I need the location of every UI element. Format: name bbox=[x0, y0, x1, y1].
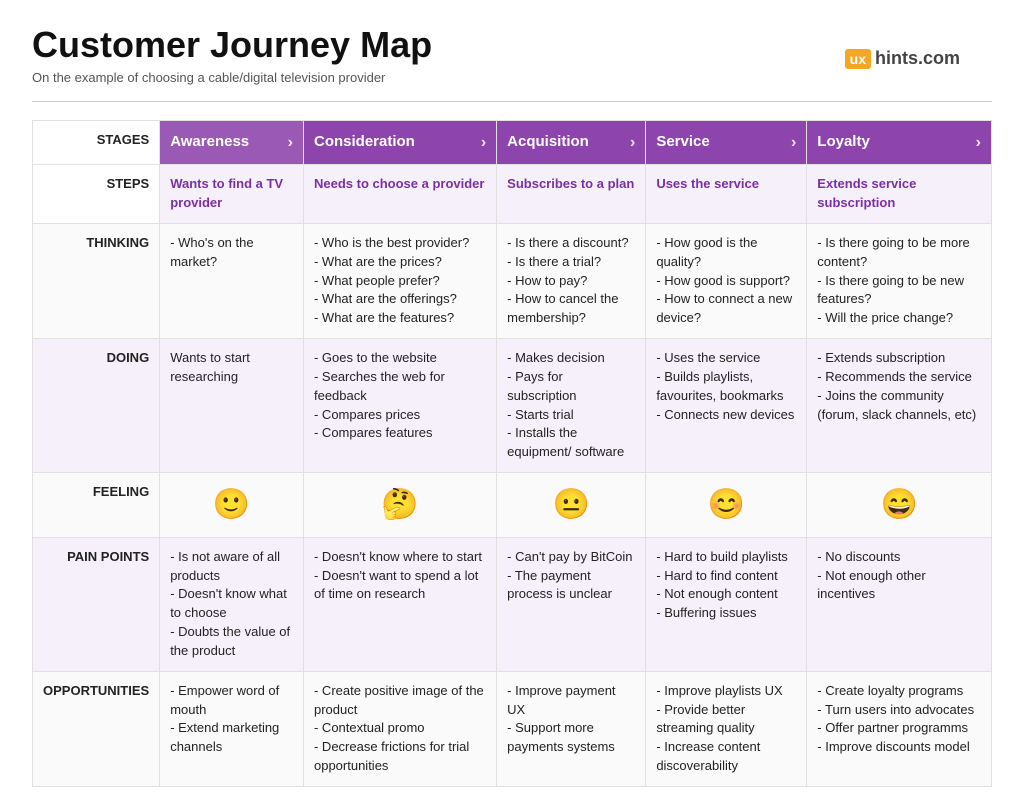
journey-map-table: STAGES Awareness › Consideration › Acquisi… bbox=[32, 120, 992, 787]
stage-loyalty: Loyalty › bbox=[807, 121, 992, 165]
feeling-acquisition: 😐 bbox=[497, 473, 646, 538]
stage-name: Service bbox=[656, 133, 709, 150]
logo-area: ux hints.com bbox=[845, 48, 960, 69]
opp-consideration: - Create positive image of the product -… bbox=[303, 671, 496, 786]
stage-arrow-icon: › bbox=[630, 131, 635, 154]
pain-loyalty: - No discounts - Not enough other incent… bbox=[807, 537, 992, 671]
stage-arrow-icon: › bbox=[791, 131, 796, 154]
step-acquisition: Subscribes to a plan bbox=[497, 165, 646, 224]
opp-service: - Improve playlists UX - Provide better … bbox=[646, 671, 807, 786]
logo-ux-badge: ux bbox=[845, 49, 871, 69]
step-consideration: Needs to choose a provider bbox=[303, 165, 496, 224]
pain-consideration: - Doesn't know where to start - Doesn't … bbox=[303, 537, 496, 671]
opp-loyalty: - Create loyalty programs - Turn users i… bbox=[807, 671, 992, 786]
stages-label: STAGES bbox=[33, 121, 160, 165]
logo-domain: hints.com bbox=[875, 48, 960, 69]
feeling-loyalty: 😄 bbox=[807, 473, 992, 538]
doing-loyalty: - Extends subscription - Recommends the … bbox=[807, 339, 992, 473]
thinking-loyalty: - Is there going to be more content? - I… bbox=[807, 223, 992, 338]
doing-awareness: Wants to start researching bbox=[160, 339, 304, 473]
page-subtitle: On the example of choosing a cable/digit… bbox=[32, 70, 992, 85]
stage-awareness: Awareness › bbox=[160, 121, 304, 165]
thinking-label: THINKING bbox=[33, 223, 160, 338]
thinking-acquisition: - Is there a discount? - Is there a tria… bbox=[497, 223, 646, 338]
doing-acquisition: - Makes decision - Pays for subscription… bbox=[497, 339, 646, 473]
opp-awareness: - Empower word of mouth - Extend marketi… bbox=[160, 671, 304, 786]
stage-service: Service › bbox=[646, 121, 807, 165]
doing-label: DOING bbox=[33, 339, 160, 473]
feeling-label: FEELING bbox=[33, 473, 160, 538]
stage-name: Awareness bbox=[170, 133, 249, 150]
thinking-awareness: - Who's on the market? bbox=[160, 223, 304, 338]
stage-arrow-icon: › bbox=[288, 131, 293, 154]
feeling-awareness: 🙂 bbox=[160, 473, 304, 538]
thinking-consideration: - Who is the best provider? - What are t… bbox=[303, 223, 496, 338]
steps-label: STEPS bbox=[33, 165, 160, 224]
step-loyalty: Extends service subscription bbox=[807, 165, 992, 224]
doing-service: - Uses the service - Builds playlists, f… bbox=[646, 339, 807, 473]
stage-consideration: Consideration › bbox=[303, 121, 496, 165]
pain-awareness: - Is not aware of all products - Doesn't… bbox=[160, 537, 304, 671]
stage-name: Acquisition bbox=[507, 133, 589, 150]
stage-name: Loyalty bbox=[817, 133, 870, 150]
stage-acquisition: Acquisition › bbox=[497, 121, 646, 165]
feeling-service: 😊 bbox=[646, 473, 807, 538]
stage-arrow-icon: › bbox=[481, 131, 486, 154]
opp-acquisition: - Improve payment UX - Support more paym… bbox=[497, 671, 646, 786]
feeling-consideration: 🤔 bbox=[303, 473, 496, 538]
pain-acquisition: - Can't pay by BitCoin - The payment pro… bbox=[497, 537, 646, 671]
opportunities-label: OPPORTUNITIES bbox=[33, 671, 160, 786]
stage-arrow-icon: › bbox=[976, 131, 981, 154]
pain-service: - Hard to build playlists - Hard to find… bbox=[646, 537, 807, 671]
stage-name: Consideration bbox=[314, 133, 415, 150]
step-awareness: Wants to find a TV provider bbox=[160, 165, 304, 224]
painpoints-label: PAIN POINTS bbox=[33, 537, 160, 671]
step-service: Uses the service bbox=[646, 165, 807, 224]
doing-consideration: - Goes to the website - Searches the web… bbox=[303, 339, 496, 473]
thinking-service: - How good is the quality? - How good is… bbox=[646, 223, 807, 338]
